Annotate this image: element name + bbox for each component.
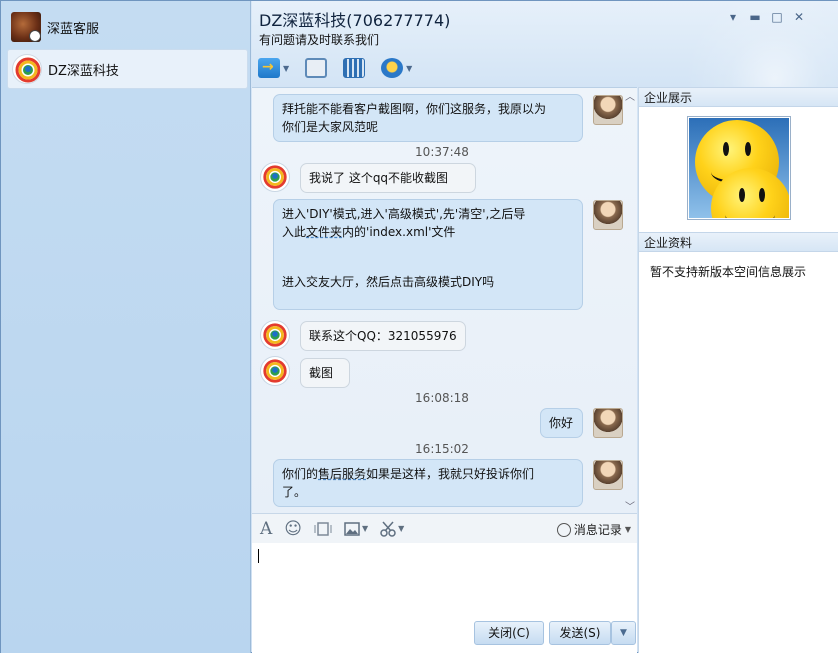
message-history-label: 消息记录 bbox=[573, 523, 622, 537]
close-button[interactable]: 关闭(C) bbox=[474, 621, 544, 645]
chevron-down-icon: ▼ bbox=[398, 524, 405, 533]
message-text: 如果是这样，我就只好投诉你们 bbox=[366, 467, 535, 481]
chevron-down-icon: ▼ bbox=[624, 525, 631, 534]
contact-sidebar: 深蓝客服 DZ深蓝科技 bbox=[1, 1, 251, 653]
folder-transfer-icon bbox=[258, 58, 280, 78]
emoji-button[interactable]: ☺ bbox=[284, 519, 302, 539]
clock-icon bbox=[556, 522, 571, 537]
message-line: 你们是大家风范呢 bbox=[282, 120, 379, 134]
chat-header: DZ深蓝科技(706277774) 有问题请及时联系我们 ▾ ▬ □ ✕ ▼ ▼ bbox=[252, 1, 838, 87]
message-bubble-incoming: 联系这个QQ：321055976 bbox=[300, 321, 466, 351]
text-cursor bbox=[258, 549, 259, 563]
chevron-down-icon: ▼ bbox=[283, 63, 290, 73]
qq-logo-icon bbox=[12, 54, 42, 84]
contact-item-dz-shenlan[interactable]: DZ深蓝科技 bbox=[7, 49, 248, 89]
send-image-button[interactable]: ▼ bbox=[344, 521, 369, 536]
message-list[interactable]: ︿ 拜托能不能看客户截图啊，你们这服务，我原以为 你们是大家风范呢 10:37:… bbox=[252, 87, 637, 513]
maximize-icon[interactable]: □ bbox=[766, 9, 788, 25]
chat-window: 深蓝客服 DZ深蓝科技 DZ深蓝科技(706277774) 有问题请及时联系我们… bbox=[0, 0, 838, 653]
scroll-up-icon[interactable]: ︿ bbox=[625, 88, 635, 103]
message-history-button[interactable]: 消息记录 ▼ bbox=[556, 521, 631, 538]
message-line: 入此文件夹内的'index.xml'文件 bbox=[282, 223, 574, 241]
message-input[interactable] bbox=[252, 543, 637, 619]
remote-assist-button[interactable] bbox=[305, 55, 328, 81]
window-controls: ▾ ▬ □ ✕ bbox=[722, 9, 810, 25]
chevron-down-icon: ▼ bbox=[362, 524, 369, 533]
info-header: 企业资料 bbox=[639, 232, 838, 252]
message-line: 进入交友大厅，然后点击高级模式DIY吗 bbox=[282, 275, 495, 289]
app-button[interactable] bbox=[343, 55, 366, 81]
font-button[interactable]: A bbox=[260, 519, 272, 539]
message-bubble-outgoing: 你好 bbox=[540, 408, 583, 438]
clock-icon bbox=[29, 30, 41, 42]
scroll-down-icon[interactable]: ﹀ bbox=[625, 498, 635, 513]
qq-logo-icon[interactable] bbox=[260, 162, 290, 192]
message-bubble-outgoing: 你们的售后服务如果是这样，我就只好投诉你们 了。 bbox=[273, 459, 583, 507]
message-text: 你们的 bbox=[282, 467, 319, 481]
contact-item-shenlan-kefu[interactable]: 深蓝客服 bbox=[7, 7, 248, 47]
minimize-icon[interactable]: ▬ bbox=[744, 9, 766, 25]
screenshot-button[interactable]: ▼ bbox=[380, 521, 404, 537]
message-line: 联系这个QQ：321055976 bbox=[309, 329, 457, 343]
image-icon bbox=[344, 521, 360, 536]
message-line: 进入'DIY'模式,进入'高级模式',先'清空',之后导 bbox=[282, 207, 526, 221]
close-icon[interactable]: ✕ bbox=[788, 9, 810, 25]
message-bubble-outgoing: 进入'DIY'模式,进入'高级模式',先'清空',之后导 入此文件夹内的'ind… bbox=[273, 199, 583, 310]
page-title: DZ深蓝科技(706277774) bbox=[259, 11, 451, 30]
avatar[interactable] bbox=[593, 200, 623, 230]
timestamp: 10:37:48 bbox=[415, 145, 469, 159]
message-line: 了。 bbox=[282, 485, 307, 499]
scissors-icon bbox=[380, 521, 396, 537]
avatar bbox=[11, 12, 41, 42]
send-file-button[interactable]: ▼ bbox=[258, 55, 289, 81]
user-icon bbox=[381, 58, 404, 78]
showcase-image[interactable] bbox=[687, 116, 791, 220]
message-bubble-incoming: 截图 bbox=[300, 358, 350, 388]
contact-name: 深蓝客服 bbox=[47, 21, 100, 37]
input-toolbar: A ☺ ▼ ▼ 消息记录 ▼ bbox=[252, 513, 637, 543]
message-line: 拜托能不能看客户截图啊，你们这服务，我原以为 bbox=[282, 102, 547, 116]
showcase-header: 企业展示 bbox=[639, 87, 838, 107]
message-bubble-incoming: 我说了 这个qq不能收截图 bbox=[300, 163, 476, 193]
shake-window-button[interactable] bbox=[314, 521, 332, 536]
action-footer: 关闭(C) 发送(S) ▼ bbox=[252, 619, 637, 653]
timestamp: 16:08:18 bbox=[415, 391, 469, 405]
monitor-icon bbox=[305, 58, 328, 78]
send-button[interactable]: 发送(S) bbox=[549, 621, 611, 645]
avatar[interactable] bbox=[593, 460, 623, 490]
info-panel: 企业展示 企业资料 暂不支持新版本空间信息展示 bbox=[638, 87, 838, 653]
message-line: 你们的售后服务如果是这样，我就只好投诉你们 bbox=[282, 465, 574, 483]
timestamp: 16:15:02 bbox=[415, 442, 469, 456]
service-link[interactable]: 售后服务 bbox=[318, 467, 366, 481]
contact-name: DZ深蓝科技 bbox=[48, 63, 119, 79]
message-text: 内的'index.xml'文件 bbox=[342, 225, 456, 239]
message-text: 入此 bbox=[282, 225, 307, 239]
avatar[interactable] bbox=[593, 408, 623, 438]
message-line: 我说了 这个qq不能收截图 bbox=[309, 171, 449, 185]
chat-subtitle: 有问题请及时联系我们 bbox=[259, 33, 380, 47]
message-line: 截图 bbox=[309, 366, 334, 380]
smiley-image bbox=[689, 118, 789, 218]
chevron-down-icon: ▼ bbox=[406, 63, 413, 73]
qq-logo-icon[interactable] bbox=[260, 320, 290, 350]
shake-icon bbox=[314, 521, 332, 536]
qq-logo-icon[interactable] bbox=[260, 356, 290, 386]
menu-dropdown-icon[interactable]: ▾ bbox=[722, 9, 744, 25]
info-text: 暂不支持新版本空间信息展示 bbox=[650, 265, 807, 279]
more-apps-button[interactable]: ▼ bbox=[381, 55, 412, 81]
message-line: 你好 bbox=[549, 416, 574, 430]
avatar[interactable] bbox=[593, 95, 623, 125]
message-bubble-outgoing: 拜托能不能看客户截图啊，你们这服务，我原以为 你们是大家风范呢 bbox=[273, 94, 583, 142]
send-options-button[interactable]: ▼ bbox=[611, 621, 636, 645]
folder-link[interactable]: 文件夹 bbox=[306, 225, 342, 239]
chat-toolbar: ▼ ▼ bbox=[258, 55, 428, 81]
building-icon bbox=[343, 58, 366, 78]
